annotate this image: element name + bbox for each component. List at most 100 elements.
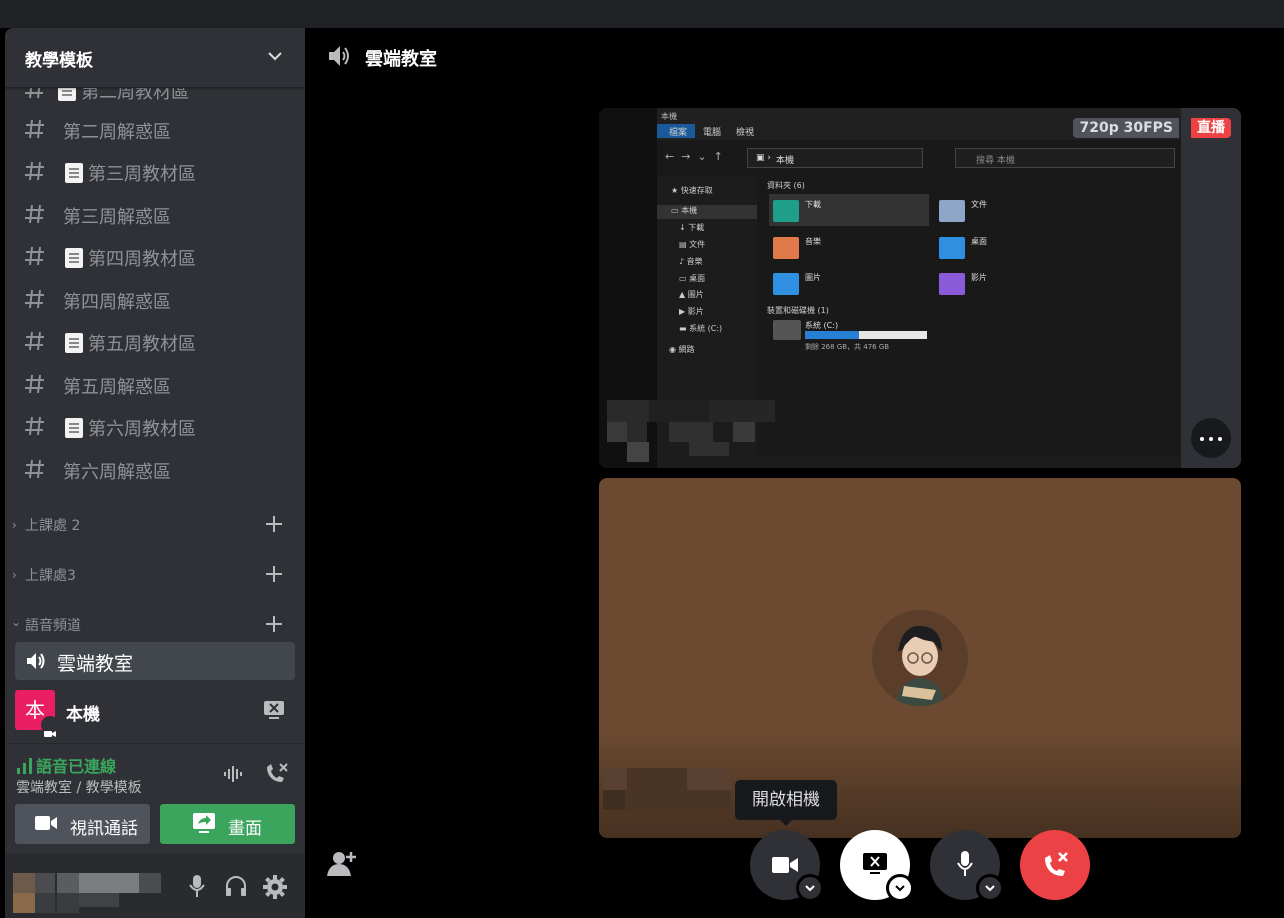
category-header[interactable]: ⌄ 語音頻道 (5, 613, 305, 637)
voice-status-text: 語音已連線 (36, 757, 117, 776)
plus-icon[interactable] (263, 563, 285, 585)
folders-header: 資料夾 (6) (767, 181, 805, 190)
noise-suppression-icon[interactable] (223, 764, 245, 784)
avatar (872, 610, 968, 706)
explorer-titlebar: 本機 (661, 112, 677, 121)
hash-icon (25, 289, 44, 309)
category-label: 上課處 2 (25, 518, 81, 534)
folder-item: 圖片 (769, 267, 929, 299)
video-call-button[interactable]: 視訊通話 (15, 804, 150, 844)
stop-screen-share-button[interactable] (840, 830, 914, 902)
chevron-down-icon (268, 52, 282, 61)
hash-icon (25, 374, 44, 394)
screen-share-button[interactable]: 畫面 (160, 804, 295, 844)
add-user-icon[interactable] (327, 850, 357, 876)
tooltip: 開啟相機 (735, 780, 837, 826)
drive-info: 剩餘 268 GB，共 476 GB (805, 343, 890, 351)
voice-status: 語音已連線 (16, 753, 116, 777)
explorer-tab: 電腦 (703, 128, 722, 138)
participant-tile[interactable] (599, 478, 1241, 838)
channel-item[interactable]: 第二周解惑區 (13, 110, 295, 148)
channel-label: 第二周教材區 (81, 88, 189, 103)
channel-label: 第三周解惑區 (63, 207, 171, 228)
nav-item: ★ 快速存取 (671, 186, 713, 195)
channel-label: 第六周解惑區 (63, 462, 171, 483)
member-name: 本機 (66, 705, 100, 725)
folder-item: 影片 (935, 267, 1095, 299)
hash-icon (25, 204, 44, 224)
channel-label: 第五周解惑區 (63, 377, 171, 398)
channel-sidebar: 教學模板 第二周教材區 第二周解惑區 第三周教材區 第三周解惑區 第四周教材區 … (5, 28, 305, 918)
memo-icon (58, 88, 76, 101)
channel-item[interactable]: 第四周教材區 (13, 237, 295, 275)
search-placeholder: 搜尋 本機 (976, 156, 1015, 166)
disconnect-button[interactable] (1020, 830, 1090, 900)
memo-icon (65, 333, 83, 353)
folder-item: 文件 (935, 194, 1095, 226)
channel-item[interactable]: 第六周解惑區 (13, 450, 295, 488)
nav-item: ◉ 網路 (669, 345, 695, 354)
explorer-search: 搜尋 本機 (955, 148, 1175, 168)
headphones-icon[interactable] (225, 875, 247, 897)
drive-name: 系統 (C:) (805, 321, 839, 330)
screen-share-icon (193, 813, 215, 833)
voice-channel-label: 雲端教室 (57, 653, 134, 675)
hash-icon (25, 161, 44, 181)
hash-icon (25, 416, 44, 436)
camera-button[interactable] (750, 830, 824, 902)
microphone-icon[interactable] (189, 875, 205, 897)
more-options-button[interactable] (1191, 418, 1231, 458)
category-header[interactable]: › 上課處 2 (5, 513, 305, 537)
disconnect-icon[interactable] (263, 761, 289, 785)
signal-icon (17, 758, 32, 774)
channel-item[interactable]: 第三周教材區 (13, 152, 295, 190)
video-call-label: 視訊通話 (70, 819, 138, 839)
explorer-tab: 檢視 (736, 128, 755, 138)
explorer-address-bar: ▣ › 本機 (747, 148, 923, 168)
channel-item[interactable]: 第五周解惑區 (13, 365, 295, 403)
channel-label: 第四周解惑區 (63, 292, 171, 313)
explorer-tab: 檔案 (669, 128, 688, 138)
screen-share-options-button[interactable] (886, 874, 914, 902)
window-titlebar (0, 0, 1284, 28)
screen-share-stop-icon (863, 853, 887, 874)
guild-name: 教學模板 (25, 51, 93, 71)
screen-share-tile[interactable]: 本機 檔案 電腦 檢視 ← → ⌄ ↑ ▣ › 本機 搜尋 本機 ★ 快速存取 … (599, 108, 1241, 468)
live-badge: 直播 (1191, 118, 1231, 138)
memo-icon (65, 163, 83, 183)
chevron-down-icon (985, 885, 995, 892)
nav-arrows: ← → ⌄ ↑ (665, 150, 723, 163)
user-avatar-name[interactable] (13, 873, 161, 913)
plus-icon[interactable] (263, 613, 285, 635)
channel-label: 第五周教材區 (88, 334, 196, 355)
guild-header[interactable]: 教學模板 (5, 28, 305, 88)
video-icon (35, 816, 57, 830)
channel-item[interactable]: 第三周解惑區 (13, 195, 295, 233)
channel-item[interactable]: 第二周教材區 (13, 88, 295, 108)
gear-icon[interactable] (263, 875, 287, 899)
channel-item[interactable]: 第六周教材區 (13, 407, 295, 445)
chevron-down-icon (805, 885, 815, 892)
microphone-icon (957, 851, 973, 876)
voice-location[interactable]: 雲端教室 / 教學模板 (16, 777, 142, 797)
drives-header: 裝置和磁碟機 (1) (767, 306, 829, 315)
channel-item[interactable]: 第五周教材區 (13, 322, 295, 360)
video-icon (41, 716, 59, 737)
voice-member[interactable]: 本 本機 (15, 690, 295, 737)
camera-options-button[interactable] (796, 874, 824, 902)
voice-channel-item[interactable]: 雲端教室 (15, 642, 295, 680)
microphone-button[interactable] (930, 830, 1004, 902)
hash-icon (25, 246, 44, 266)
memo-icon (65, 248, 83, 268)
channel-header: 雲端教室 (305, 28, 1284, 86)
channel-item[interactable]: 第四周解惑區 (13, 280, 295, 318)
screen-share-label: 畫面 (228, 819, 262, 839)
page-title: 雲端教室 (365, 49, 437, 70)
plus-icon[interactable] (263, 513, 285, 535)
microphone-options-button[interactable] (976, 874, 1004, 902)
category-header[interactable]: › 上課處3 (5, 563, 305, 587)
chevron-down-icon: ⌄ (11, 615, 22, 629)
hash-icon (25, 88, 43, 99)
channel-label: 第四周教材區 (88, 249, 196, 270)
explorer-content: 資料夾 (6) 下載 文件 音樂 桌面 圖片 影片 裝置和磁碟機 (1) 系統 … (759, 176, 1181, 468)
